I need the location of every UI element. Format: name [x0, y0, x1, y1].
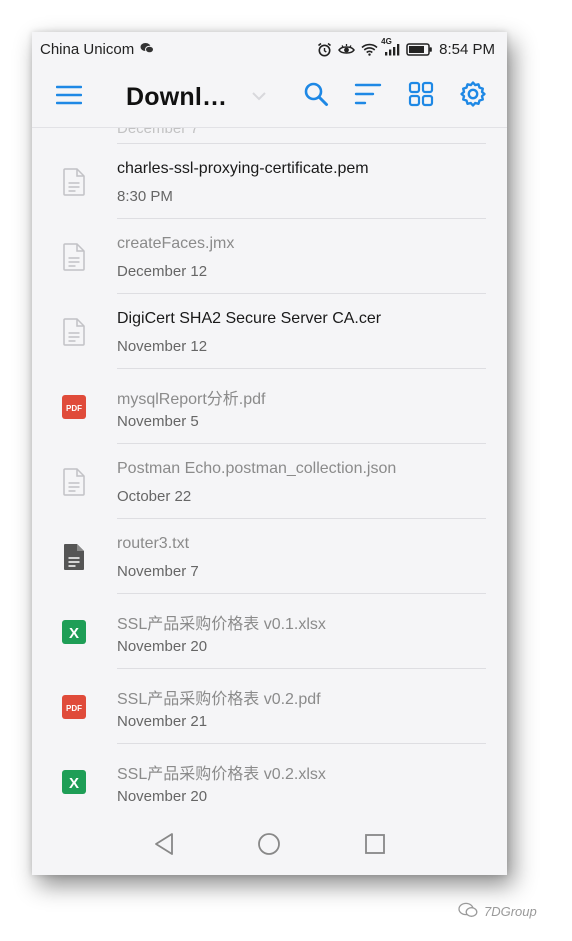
wechat-icon — [140, 41, 155, 58]
sort-icon — [354, 83, 382, 110]
menu-button[interactable] — [54, 82, 84, 112]
grid-view-button[interactable] — [405, 80, 437, 112]
file-date: November 7 — [117, 563, 199, 580]
file-date: December 7 — [117, 128, 199, 137]
file-row[interactable]: X SSL产品采购价格表 v0.1.xlsx November 20 — [32, 594, 507, 669]
excel-icon: X — [62, 768, 86, 796]
wifi-icon — [361, 43, 378, 56]
file-row[interactable]: DigiCert SHA2 Secure Server CA.cer Novem… — [32, 294, 507, 369]
pdf-icon: PDF — [62, 693, 86, 721]
eye-comfort-icon — [338, 43, 356, 56]
back-button[interactable] — [147, 829, 181, 863]
phone-screen: China Unicom 4G 8:54 PM Downl… December … — [32, 32, 507, 875]
sort-button[interactable] — [352, 80, 384, 112]
file-row[interactable]: router3.txt November 7 — [32, 519, 507, 594]
clock-time: 8:54 PM — [439, 40, 495, 58]
search-icon — [303, 81, 329, 112]
generic-file-icon — [62, 243, 86, 271]
recent-apps-button[interactable] — [358, 829, 392, 863]
file-date: October 22 — [117, 488, 192, 505]
settings-button[interactable] — [457, 80, 489, 112]
watermark-text: 7DGroup — [484, 904, 537, 919]
recent-apps-square-icon — [364, 833, 386, 860]
carrier-label: China Unicom — [40, 40, 135, 58]
network-type-label: 4G — [381, 36, 392, 46]
alarm-icon — [317, 42, 332, 57]
generic-file-icon — [62, 468, 86, 496]
file-date: November 20 — [117, 788, 208, 805]
file-name: DigiCert SHA2 Secure Server CA.cer — [117, 310, 382, 327]
text-document-icon — [62, 543, 86, 571]
file-name: createFaces.jmx — [117, 235, 235, 252]
file-row[interactable]: PDF mysqlReport分析.pdf November 5 — [32, 369, 507, 444]
system-navigation-bar — [32, 816, 507, 875]
status-right: 4G 8:54 PM — [317, 37, 495, 58]
excel-icon: X — [62, 618, 86, 646]
file-date: November 21 — [117, 713, 208, 730]
pdf-icon: PDF — [62, 393, 86, 421]
file-row[interactable]: charles-ssl-proxying-certificate.pem 8:3… — [32, 144, 507, 219]
file-row[interactable]: PDF SSL产品采购价格表 v0.2.pdf November 21 — [32, 669, 507, 744]
file-date: November 20 — [117, 638, 208, 655]
pdf-icon-label: PDF — [66, 404, 82, 413]
partial-list-item: December 7 — [32, 128, 507, 144]
file-row[interactable]: Postman Echo.postman_collection.json Oct… — [32, 444, 507, 519]
status-bar: China Unicom 4G 8:54 PM — [32, 32, 507, 66]
file-row[interactable]: X SSL产品采购价格表 v0.2.xlsx November 20 — [32, 744, 507, 816]
file-name: router3.txt — [117, 535, 190, 552]
file-name: SSL产品采购价格表 v0.2.pdf — [117, 691, 321, 708]
file-date: November 5 — [117, 413, 199, 430]
file-name: Postman Echo.postman_collection.json — [117, 460, 397, 477]
home-circle-icon — [257, 832, 281, 861]
file-name: SSL产品采购价格表 v0.2.xlsx — [117, 766, 326, 783]
file-date: November 12 — [117, 338, 208, 355]
battery-icon — [406, 42, 433, 56]
file-name: SSL产品采购价格表 v0.1.xlsx — [117, 616, 326, 633]
generic-file-icon — [62, 318, 86, 346]
file-date: 8:30 PM — [117, 188, 173, 205]
excel-icon-label: X — [69, 625, 79, 642]
gear-icon — [459, 80, 487, 113]
status-left: China Unicom — [40, 40, 155, 58]
cellular-signal-icon: 4G — [381, 37, 400, 56]
search-button[interactable] — [300, 80, 332, 112]
file-row[interactable]: createFaces.jmx December 12 — [32, 219, 507, 294]
excel-icon-label: X — [69, 775, 79, 792]
chevron-down-icon[interactable] — [252, 88, 266, 106]
pdf-icon-label: PDF — [66, 704, 82, 713]
folder-title: Downl… — [126, 82, 228, 111]
generic-file-icon — [62, 168, 86, 196]
file-name: charles-ssl-proxying-certificate.pem — [117, 160, 369, 177]
back-triangle-icon — [153, 832, 175, 861]
grid-view-icon — [408, 81, 434, 112]
hamburger-menu-icon — [55, 85, 83, 110]
file-name: mysqlReport分析.pdf — [117, 391, 266, 408]
folder-title-dropdown[interactable]: Downl… — [126, 80, 227, 114]
file-date: December 12 — [117, 263, 208, 280]
app-bar: Downl… — [32, 66, 507, 128]
file-list: December 7 charles-ssl-proxying-certific… — [32, 128, 507, 816]
watermark: 7DGroup — [458, 902, 537, 921]
wechat-icon — [458, 902, 478, 921]
home-button[interactable] — [252, 829, 286, 863]
